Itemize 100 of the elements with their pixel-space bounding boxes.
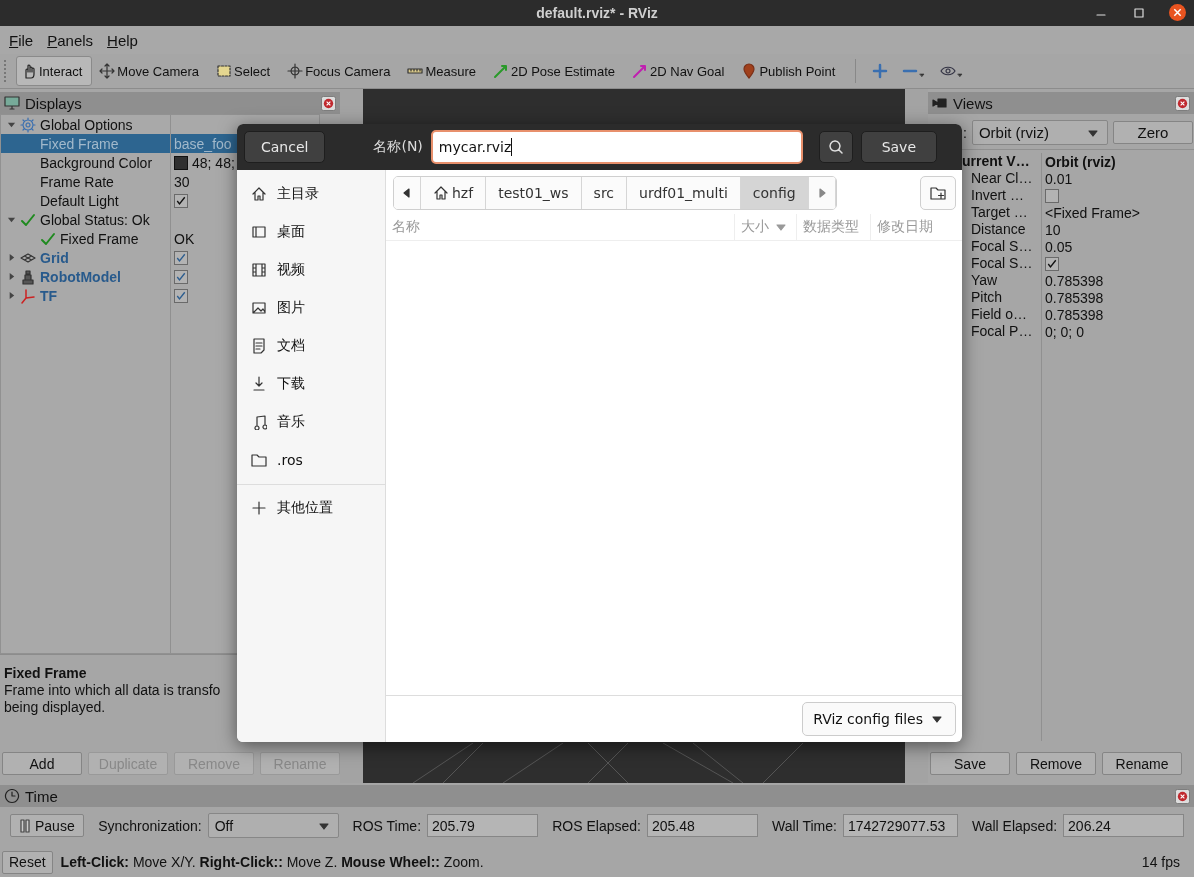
- tree-label: TF: [40, 287, 58, 304]
- property-value: 10: [1045, 221, 1061, 238]
- reset-button[interactable]: Reset: [2, 850, 53, 874]
- property-value: OK: [174, 230, 195, 247]
- property-value: 0.01: [1045, 170, 1073, 187]
- file-type-dropdown[interactable]: RViz config files: [802, 702, 956, 736]
- panel-button[interactable]: Add: [2, 752, 82, 775]
- tree-label: Fixed Frame: [60, 230, 139, 247]
- clock-icon: [4, 788, 20, 804]
- save-button[interactable]: Save: [860, 131, 937, 163]
- place-item[interactable]: 其他位置: [237, 489, 385, 527]
- panel-button[interactable]: Rename: [1102, 752, 1182, 775]
- path-button[interactable]: test01_ws: [486, 177, 582, 209]
- property-value: <Fixed Frame>: [1045, 204, 1140, 221]
- search-button[interactable]: [818, 131, 853, 163]
- menu-item[interactable]: Panels: [47, 31, 94, 49]
- tree-label: Grid: [40, 249, 69, 266]
- new-folder-button[interactable]: [920, 176, 956, 210]
- toolbar-button[interactable]: Measure: [402, 56, 486, 86]
- place-item[interactable]: .ros: [237, 441, 385, 479]
- view-type-dropdown[interactable]: Orbit (rviz): [971, 120, 1108, 145]
- sync-dropdown[interactable]: Off: [207, 813, 339, 838]
- time-field[interactable]: 1742729077.53: [842, 814, 958, 837]
- color-swatch[interactable]: [174, 155, 188, 170]
- path-button[interactable]: urdf01_multi: [627, 177, 741, 209]
- property-value: 0.785398: [1045, 306, 1104, 323]
- panel-title: Displays: [25, 94, 83, 112]
- close-icon[interactable]: [1169, 4, 1186, 21]
- path-button[interactable]: src: [581, 177, 628, 209]
- place-item[interactable]: 文档: [237, 327, 385, 365]
- toolbar-button[interactable]: Select: [211, 56, 281, 86]
- pause-button[interactable]: Pause: [10, 814, 85, 837]
- checkbox[interactable]: [1045, 188, 1059, 203]
- path-button[interactable]: hzf: [421, 177, 487, 209]
- property-value: 48; 48;: [192, 154, 235, 171]
- toolbar-button[interactable]: Publish Point: [736, 56, 846, 86]
- field-label: ROS Time:: [352, 817, 422, 834]
- desktop-icon: [251, 224, 267, 240]
- checkbox[interactable]: [1045, 256, 1059, 271]
- toolbar-button[interactable]: Focus Camera: [282, 56, 401, 86]
- path-button[interactable]: config: [740, 177, 809, 209]
- place-item[interactable]: 图片: [237, 289, 385, 327]
- gear-icon: [20, 116, 36, 133]
- property-value: 0.785398: [1045, 272, 1104, 289]
- checkbox[interactable]: [174, 193, 188, 208]
- tree-label: Background Color: [40, 154, 153, 171]
- film-icon: [251, 262, 267, 278]
- filename-field[interactable]: mycar.rviz: [430, 130, 803, 164]
- camera-icon: [932, 95, 948, 111]
- property-value: Orbit (rviz): [1044, 153, 1117, 170]
- tree-label: Frame Rate: [40, 173, 114, 190]
- search-icon: [827, 139, 844, 155]
- cancel-button[interactable]: Cancel: [244, 131, 326, 163]
- panel-button[interactable]: Save: [930, 752, 1010, 775]
- caret-icon: [956, 71, 965, 79]
- checkbox[interactable]: [174, 269, 188, 284]
- toolbar-button[interactable]: 2D Nav Goal: [627, 56, 735, 86]
- expand-arrow-icon[interactable]: [7, 253, 16, 262]
- caret-icon: [918, 71, 927, 79]
- toolbar-button[interactable]: Move Camera: [94, 56, 209, 86]
- time-field[interactable]: 205.48: [646, 814, 759, 837]
- music-note-icon: [251, 414, 267, 430]
- expand-arrow-icon[interactable]: [7, 215, 16, 224]
- home-icon: [433, 185, 449, 201]
- check-icon: [20, 211, 36, 228]
- forward-button[interactable]: [808, 177, 836, 209]
- new-folder-icon: [930, 185, 946, 201]
- fps-text: 14 fps: [1141, 854, 1180, 870]
- arrow-icon: [492, 63, 509, 79]
- panel-button[interactable]: Remove: [1016, 752, 1096, 775]
- field-label: ROS Elapsed:: [552, 817, 641, 834]
- description-text: being displayed.: [4, 699, 107, 716]
- expand-arrow-icon[interactable]: [7, 120, 16, 129]
- zero-button[interactable]: Zero: [1112, 121, 1193, 144]
- home-icon: [251, 186, 267, 202]
- checkbox[interactable]: [174, 250, 188, 265]
- menu-item[interactable]: Help: [107, 31, 138, 49]
- folder-icon: [251, 452, 267, 468]
- menu-item[interactable]: File: [9, 31, 34, 49]
- property-value: 30: [174, 173, 190, 190]
- field-label: Synchronization:: [98, 817, 202, 834]
- back-button[interactable]: [394, 177, 421, 209]
- toolbar-button[interactable]: 2D Pose Estimate: [487, 56, 625, 86]
- time-field[interactable]: 205.79: [427, 814, 539, 837]
- toolbar-button[interactable]: Interact: [16, 56, 93, 86]
- time-field[interactable]: 206.24: [1063, 814, 1184, 837]
- place-item[interactable]: 桌面: [237, 213, 385, 251]
- four-arrows-icon: [99, 63, 116, 79]
- place-item[interactable]: 视频: [237, 251, 385, 289]
- property-value: 0.785398: [1045, 289, 1104, 306]
- document-icon: [251, 338, 267, 354]
- tree-label: Default Light: [40, 192, 119, 209]
- plus-icon: [251, 500, 267, 516]
- checkbox[interactable]: [174, 288, 188, 303]
- place-item[interactable]: 下载: [237, 365, 385, 403]
- place-item[interactable]: 主目录: [237, 175, 385, 213]
- place-item[interactable]: 音乐: [237, 403, 385, 441]
- expand-arrow-icon[interactable]: [7, 291, 16, 300]
- expand-arrow-icon[interactable]: [7, 272, 16, 281]
- type-label: :: [963, 124, 967, 141]
